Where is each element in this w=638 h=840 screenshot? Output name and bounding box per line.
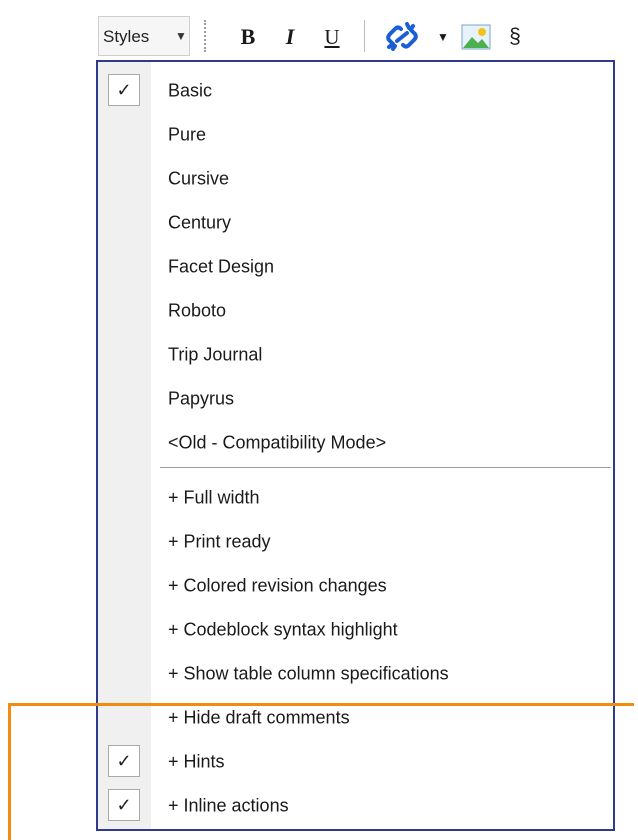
menu-item-label: Facet Design <box>168 256 275 276</box>
dropdown-arrow-icon: ▼ <box>175 29 187 43</box>
menu-item-label: Trip Journal <box>168 344 263 364</box>
checkmark-icon: ✓ <box>108 74 140 106</box>
menu-item-old-compatibility-mode[interactable]: <Old - Compatibility Mode> <box>98 421 613 464</box>
editor-toolbar: Styles ▼ B I U ▼ § <box>96 16 638 60</box>
link-dropdown-arrow-icon[interactable]: ▼ <box>436 22 450 52</box>
underline-button[interactable]: U <box>320 22 344 52</box>
menu-item-label: + Colored revision changes <box>168 575 387 595</box>
menu-item-codeblock-syntax-highlight[interactable]: + Codeblock syntax highlight <box>98 608 613 651</box>
menu-item-label: + Codeblock syntax highlight <box>168 619 398 639</box>
menu-item-label: Cursive <box>168 168 230 188</box>
bold-button[interactable]: B <box>236 22 260 52</box>
menu-item-label: + Show table column specifications <box>168 663 449 683</box>
menu-item-label: Papyrus <box>168 388 235 408</box>
link-icon <box>386 22 418 51</box>
menu-item-colored-revision-changes[interactable]: + Colored revision changes <box>98 564 613 607</box>
image-icon <box>461 24 491 50</box>
menu-item-print-ready[interactable]: + Print ready <box>98 520 613 563</box>
toolbar-separator <box>364 20 365 52</box>
section-button[interactable]: § <box>504 22 526 52</box>
menu-item-label: <Old - Compatibility Mode> <box>168 432 387 452</box>
toolbar-grip <box>204 20 206 52</box>
menu-item-label: + Full width <box>168 487 260 507</box>
insert-image-button[interactable] <box>458 22 494 52</box>
menu-item-cursive[interactable]: Cursive <box>98 157 613 200</box>
highlight-frame <box>8 703 634 840</box>
menu-item-papyrus[interactable]: Papyrus <box>98 377 613 420</box>
menu-item-label: Century <box>168 212 232 232</box>
menu-item-roboto[interactable]: Roboto <box>98 289 613 332</box>
menu-divider <box>160 467 611 468</box>
link-button[interactable] <box>382 22 422 52</box>
styles-dropdown-button[interactable]: Styles ▼ <box>98 16 190 56</box>
menu-item-trip-journal[interactable]: Trip Journal <box>98 333 613 376</box>
italic-button[interactable]: I <box>278 22 302 52</box>
menu-item-pure[interactable]: Pure <box>98 113 613 156</box>
menu-item-label: Basic <box>168 80 213 100</box>
menu-item-facet-design[interactable]: Facet Design <box>98 245 613 288</box>
menu-item-show-table-column-specifications[interactable]: + Show table column specifications <box>98 652 613 695</box>
menu-item-label: + Print ready <box>168 531 271 551</box>
menu-item-label: Roboto <box>168 300 227 320</box>
menu-item-basic[interactable]: ✓ Basic <box>98 69 613 112</box>
menu-item-label: Pure <box>168 124 207 144</box>
styles-button-label: Styles <box>103 27 150 46</box>
menu-item-full-width[interactable]: + Full width <box>98 476 613 519</box>
menu-item-century[interactable]: Century <box>98 201 613 244</box>
